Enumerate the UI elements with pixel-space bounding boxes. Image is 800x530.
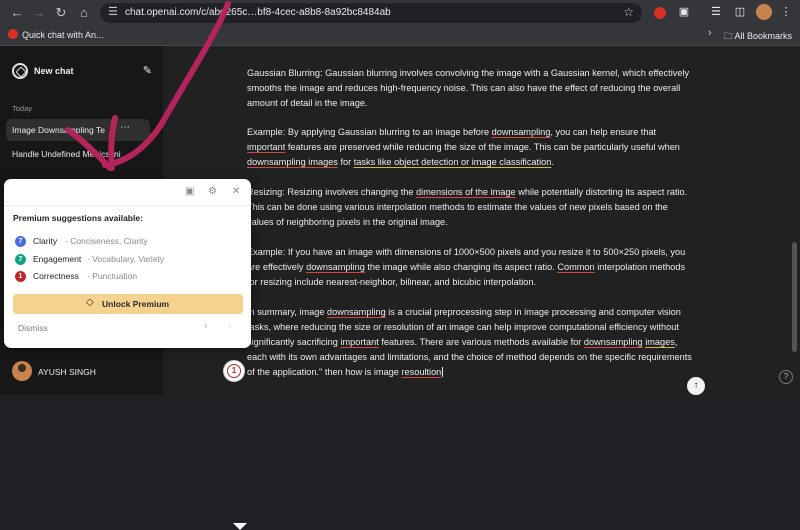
suggestion-sub: · Punctuation [87,271,138,281]
all-bookmarks[interactable]: 🗀 All Bookmarks [723,29,792,45]
text-run: Resizing: Resizing involves changing the [247,187,417,197]
chat-main: Gaussian Blurring: Gaussian blurring inv… [163,46,800,395]
conversation-label: Image Downsampling Te [12,125,105,135]
new-chat-button[interactable]: New chat ✎ [12,62,152,82]
spelling-highlight[interactable]: downsampling images [247,157,338,167]
user-name: AYUSH SINGH [38,367,96,377]
text-run: features. There are various methods avai… [378,337,584,347]
text-run: features are preserved while reducing th… [285,142,680,152]
spelling-highlight[interactable]: Common [557,262,594,272]
spelling-highlight[interactable]: downsampling [492,127,551,137]
suggestion-count: 1 [15,271,26,282]
conversation-item[interactable]: Handle Undefined Metrics ini [12,149,142,159]
unlock-premium-button[interactable]: ◇ Unlock Premium [13,294,243,314]
chevron-left-icon[interactable]: ‹ [204,320,208,332]
message-input-text[interactable]: In summary, image downsampling is a cruc… [247,305,692,380]
side-panel-icon[interactable]: ◫ [732,4,748,20]
folder-icon: 🗀 [723,31,733,41]
spelling-highlight[interactable]: downsampling [306,262,365,272]
extension-red-icon[interactable] [654,7,666,19]
conversation-item-active[interactable]: Image Downsampling Te ⋯ [6,119,150,141]
spelling-highlight[interactable]: important [247,142,285,152]
grammarly-badge[interactable]: 1 [223,360,245,382]
text-run: Example: By applying Gaussian blurring t… [247,127,492,137]
suggestion-name: Clarity [33,236,58,246]
profile-avatar-icon[interactable] [756,4,772,20]
scrollbar[interactable] [792,242,797,352]
address-bar[interactable]: ☰ chat.openai.com/c/abd265c…bf8-4cec-a8b… [100,3,642,23]
diamond-icon: ◇ [86,297,94,308]
suggestion-name: Correctness [33,271,79,281]
chevron-right-icon[interactable]: › [708,27,712,39]
suggestion-count: 7 [15,254,26,265]
bookmark-label: Quick chat with An... [22,30,104,40]
style-highlight[interactable]: tasks like object detection or image cla… [354,157,552,167]
tune-icon[interactable]: ☰ [108,5,118,18]
extensions-puzzle-icon[interactable]: ▣ [676,4,692,20]
url-text: chat.openai.com/c/abd265c…bf8-4cec-a8b8-… [125,7,391,18]
reload-icon[interactable]: ↻ [52,4,70,22]
suggestion-sub: · Vocabulary, Variety [87,254,165,264]
text-cursor [442,367,444,377]
bookmark-favicon-icon [8,29,18,39]
scroll-to-bottom-button[interactable]: ↑ [687,377,705,395]
text-run: Gaussian Blurring: Gaussian blurring inv… [247,68,690,108]
more-options-icon[interactable]: ⋯ [120,122,130,133]
menu-dots-icon[interactable]: ⋮ [778,4,794,20]
popup-header: ▣ ⚙ ✕ [4,179,251,206]
style-highlight[interactable]: images [645,337,675,347]
feedback-icon[interactable]: ▣ [185,186,194,197]
text-run: In summary, image [247,307,327,317]
openai-logo-icon [12,63,28,79]
arrow-up-icon: ↑ [693,380,699,391]
help-icon[interactable]: ? [779,370,793,384]
spelling-highlight[interactable]: important [340,337,378,347]
bookmarks-bar: Quick chat with An... › 🗀 All Bookmarks [0,26,800,46]
text-run: the image while also changing its aspect… [364,262,558,272]
close-icon[interactable]: ✕ [232,186,240,197]
media-control-icon[interactable]: ☰ [708,4,724,20]
browser-toolbar: ← → ↻ ⌂ ☰ chat.openai.com/c/abd265c…bf8-… [0,0,800,26]
grammarly-badge-count: 1 [227,364,241,378]
message-paragraph: Example: If you have an image with dimen… [247,245,692,290]
edit-icon[interactable]: ✎ [143,64,152,77]
avatar [12,361,32,381]
suggestion-name: Engagement [33,254,82,264]
gear-icon[interactable]: ⚙ [208,186,217,197]
message-paragraph: Resizing: Resizing involves changing the… [247,185,692,230]
suggestion-sub: · Conciseness, Clarity [65,236,148,246]
forward-arrow-icon[interactable]: → [30,4,48,22]
spelling-highlight[interactable]: dimensions of the image [416,187,516,197]
grammarly-suggestions-popup: ▣ ⚙ ✕ Premium suggestions available: 7 C… [4,179,251,530]
chevron-right-icon[interactable]: › [228,320,232,332]
text-run: for [337,157,354,167]
text-run: . [551,157,554,167]
text-run: , you can help ensure that [550,127,657,137]
message-paragraph: Example: By applying Gaussian blurring t… [247,125,692,170]
message-paragraph: Gaussian Blurring: Gaussian blurring inv… [247,66,692,111]
dismiss-button[interactable]: Dismiss [18,323,48,333]
bookmark-item[interactable]: Quick chat with An... [8,29,104,40]
popup-pointer [233,523,247,530]
all-bookmarks-label: All Bookmarks [734,31,792,41]
unlock-premium-label: Unlock Premium [102,299,170,309]
suggestion-count: 7 [15,236,26,247]
popup-title: Premium suggestions available: [13,213,143,223]
spelling-highlight[interactable]: resoultion [401,367,441,377]
home-icon[interactable]: ⌂ [75,4,93,22]
section-today-label: Today [12,104,33,113]
spelling-highlight[interactable]: downsampling [327,307,386,317]
new-chat-label: New chat [34,66,74,76]
back-arrow-icon[interactable]: ← [8,4,26,22]
star-icon[interactable]: ☆ [623,5,634,19]
spelling-highlight[interactable]: downsampling [584,337,643,347]
